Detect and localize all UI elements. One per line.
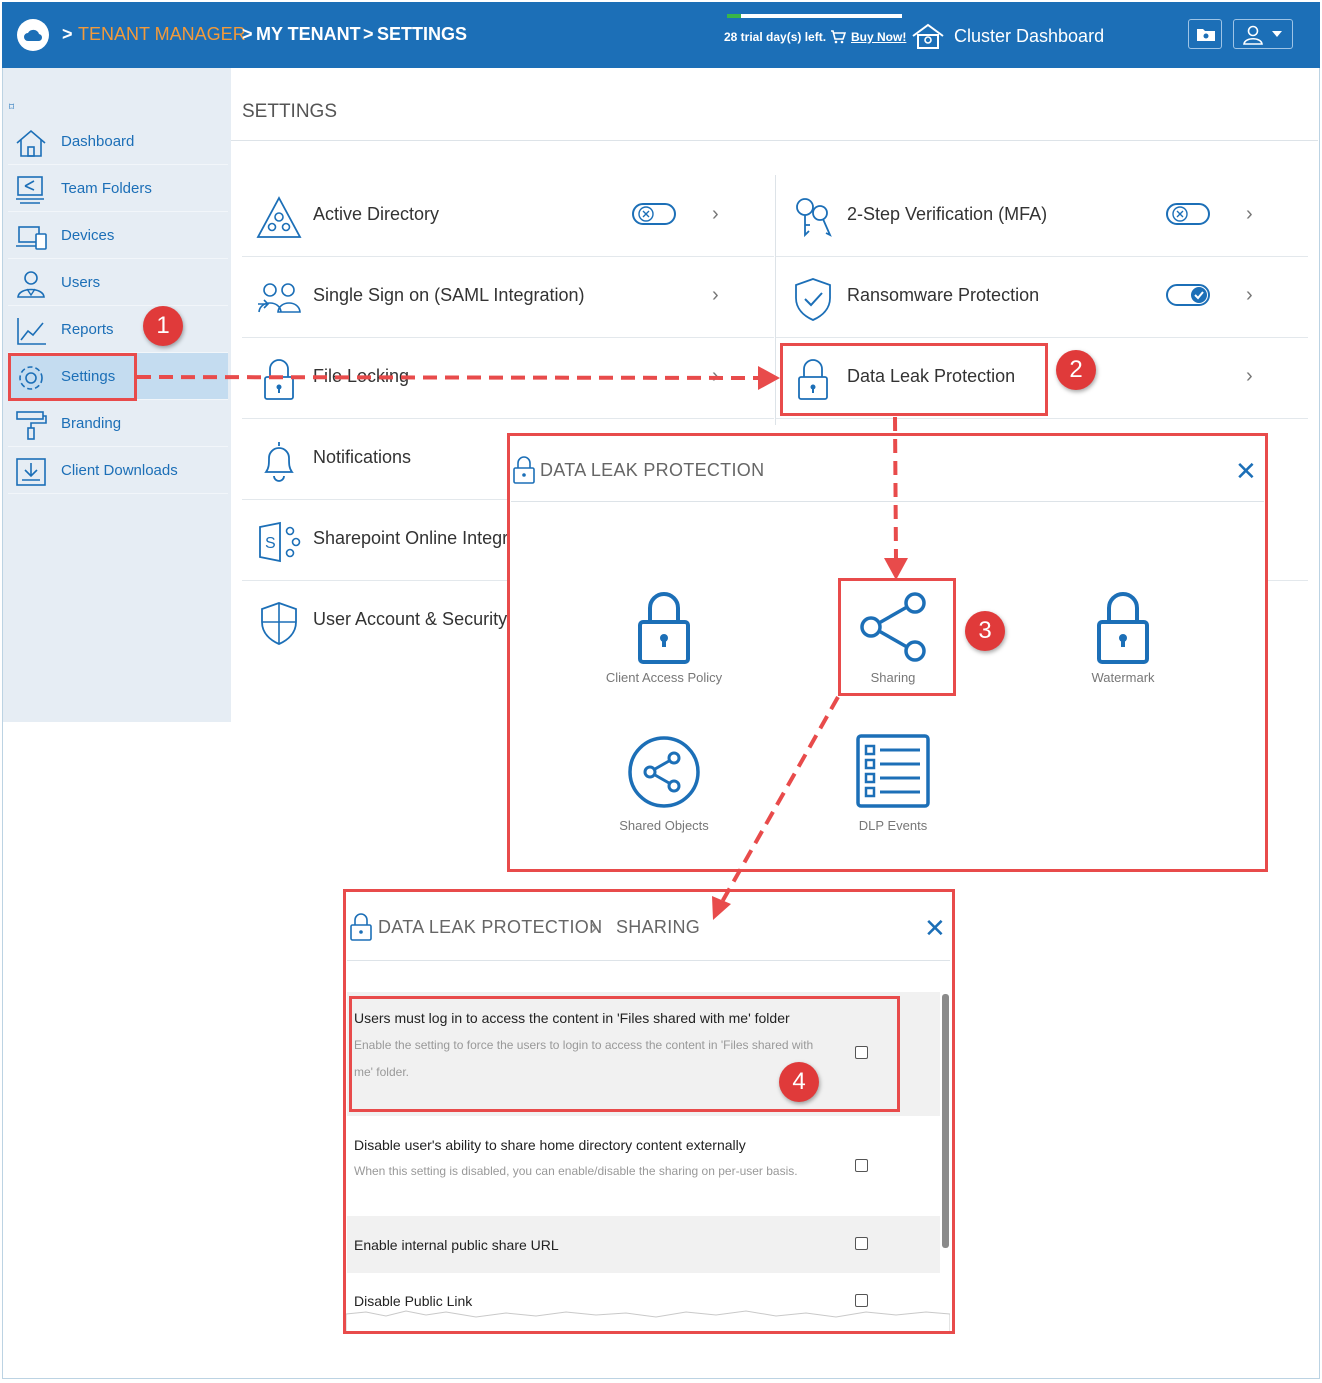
arrow-sharing-to-dialog: [720, 696, 840, 903]
arrow-settings-to-dlp: [136, 375, 761, 380]
annotation-arrows: [136, 366, 908, 920]
arrow-dlp-to-sharing: [893, 416, 898, 561]
